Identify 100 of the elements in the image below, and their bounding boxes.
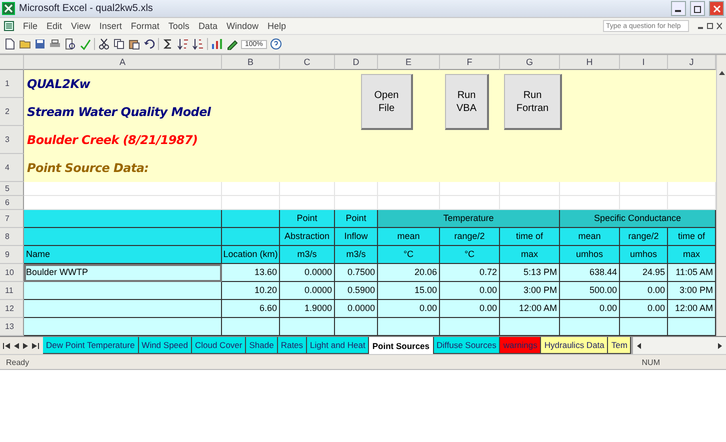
column-heading: Name	[24, 246, 222, 264]
row-header[interactable]: 3	[0, 126, 24, 154]
menu-item[interactable]: Window	[226, 21, 258, 31]
table-cell: 0.0000	[335, 300, 378, 318]
title-text: Boulder Creek (8/21/1987)	[26, 132, 198, 149]
menu-item[interactable]: View	[71, 21, 90, 31]
table-cell: 0.00	[560, 300, 620, 318]
column-header[interactable]: D	[335, 55, 378, 70]
menu-item[interactable]: Help	[267, 21, 286, 31]
table-cell: 20.06	[378, 264, 440, 282]
table-cell: 3:00 PM	[668, 282, 716, 300]
table-cell: 5:13 PM	[500, 264, 560, 282]
column-heading: Point	[335, 210, 378, 228]
row-header[interactable]: 6	[0, 196, 24, 210]
column-heading: Location (km)	[222, 246, 280, 264]
column-heading: m3/s	[280, 246, 335, 264]
column-header[interactable]: F	[440, 55, 500, 70]
table-cell[interactable]: Boulder WWTP	[24, 264, 222, 282]
column-header[interactable]: E	[378, 55, 440, 70]
column-heading: range/2	[440, 228, 500, 246]
sheet-tab[interactable]: Light and Heat	[307, 337, 370, 354]
column-header[interactable]: G	[500, 55, 560, 70]
column-heading: mean	[378, 228, 440, 246]
macro-button[interactable]: Open File	[361, 74, 413, 130]
table-cell: 24.95	[620, 264, 668, 282]
column-heading: Abstraction	[280, 228, 335, 246]
column-heading: Inflow	[335, 228, 378, 246]
table-cell: 638.44	[560, 264, 620, 282]
row-header[interactable]: 10	[0, 264, 24, 282]
column-heading: Point	[280, 210, 335, 228]
sheet-tab[interactable]: Diffuse Sources	[434, 337, 500, 354]
table-cell: 0.00	[440, 282, 500, 300]
row-header[interactable]: 8	[0, 228, 24, 246]
menu-item[interactable]: Format	[130, 21, 160, 31]
row-header[interactable]: 12	[0, 300, 24, 318]
column-heading: m3/s	[335, 246, 378, 264]
status-text: Ready	[6, 358, 30, 366]
table-cell: 3:00 PM	[500, 282, 560, 300]
table-cell: 13.60	[222, 264, 280, 282]
row-header[interactable]: 5	[0, 182, 24, 196]
table-cell: 0.0000	[280, 264, 335, 282]
title-text: Point Source Data:	[26, 160, 149, 177]
column-header[interactable]: J	[668, 55, 716, 70]
sheet-tab[interactable]: Shade	[246, 337, 278, 354]
column-heading: umhos	[560, 246, 620, 264]
table-cell: 0.00	[440, 300, 500, 318]
macro-button[interactable]: Run Fortran	[504, 74, 562, 130]
column-heading: range/2	[620, 228, 668, 246]
column-heading: time of	[668, 228, 716, 246]
window-title: Microsoft Excel - qual2kw5.xls	[19, 3, 153, 14]
row-header[interactable]: 11	[0, 282, 24, 300]
row-header[interactable]: 4	[0, 154, 24, 182]
title-text: Stream Water Quality Model	[26, 104, 211, 121]
column-heading: time of	[500, 228, 560, 246]
table-cell: 0.00	[378, 300, 440, 318]
column-header[interactable]: A	[24, 55, 222, 70]
group-heading: Specific Conductance	[560, 210, 716, 228]
column-header[interactable]: B	[222, 55, 280, 70]
column-heading: °C	[378, 246, 440, 264]
column-heading: umhos	[620, 246, 668, 264]
title-text: QUAL2Kw	[26, 76, 90, 93]
row-header[interactable]: 2	[0, 98, 24, 126]
column-heading: mean	[560, 228, 620, 246]
sheet-tab[interactable]: Rates	[278, 337, 308, 354]
macro-button[interactable]: Run VBA	[445, 74, 489, 130]
column-header[interactable]: H	[560, 55, 620, 70]
table-cell: 10.20	[222, 282, 280, 300]
sheet-tab[interactable]: Hydraulics Data	[541, 337, 608, 354]
table-cell: 0.00	[620, 282, 668, 300]
row-header[interactable]: 7	[0, 210, 24, 228]
row-header[interactable]: 9	[0, 246, 24, 264]
table-cell: 0.72	[440, 264, 500, 282]
sheet-tab[interactable]: Wind Speed	[138, 337, 192, 354]
table-cell: 12:00 AM	[668, 300, 716, 318]
table-cell: 0.7500	[335, 264, 378, 282]
menu-item[interactable]: File	[23, 21, 38, 31]
table-cell: 500.00	[560, 282, 620, 300]
column-heading: °C	[440, 246, 500, 264]
column-heading: max	[500, 246, 560, 264]
sheet-tab[interactable]: Dew Point Temperature	[43, 337, 139, 354]
group-heading: Temperature	[378, 210, 560, 228]
sheet-tab[interactable]: Cloud Cover	[192, 337, 246, 354]
table-cell: 15.00	[378, 282, 440, 300]
row-header[interactable]: 13	[0, 318, 24, 336]
menu-item[interactable]: Edit	[46, 21, 62, 31]
table-cell: 0.0000	[280, 282, 335, 300]
table-cell: 11:05 AM	[668, 264, 716, 282]
table-cell: 12:00 AM	[500, 300, 560, 318]
sheet-tab[interactable]: Tem	[608, 337, 632, 354]
menu-item[interactable]: Tools	[168, 21, 190, 31]
row-header[interactable]: 1	[0, 70, 24, 98]
status-indicator: NUM	[642, 358, 660, 366]
menu-item[interactable]: Insert	[99, 21, 122, 31]
table-cell: 1.9000	[280, 300, 335, 318]
menu-item[interactable]: Data	[198, 21, 218, 31]
column-header[interactable]: C	[280, 55, 335, 70]
table-cell: 0.5900	[335, 282, 378, 300]
sheet-tab[interactable]: warnings	[500, 337, 542, 354]
sheet-tab[interactable]: Point Sources	[369, 337, 434, 354]
column-header[interactable]: I	[620, 55, 668, 70]
